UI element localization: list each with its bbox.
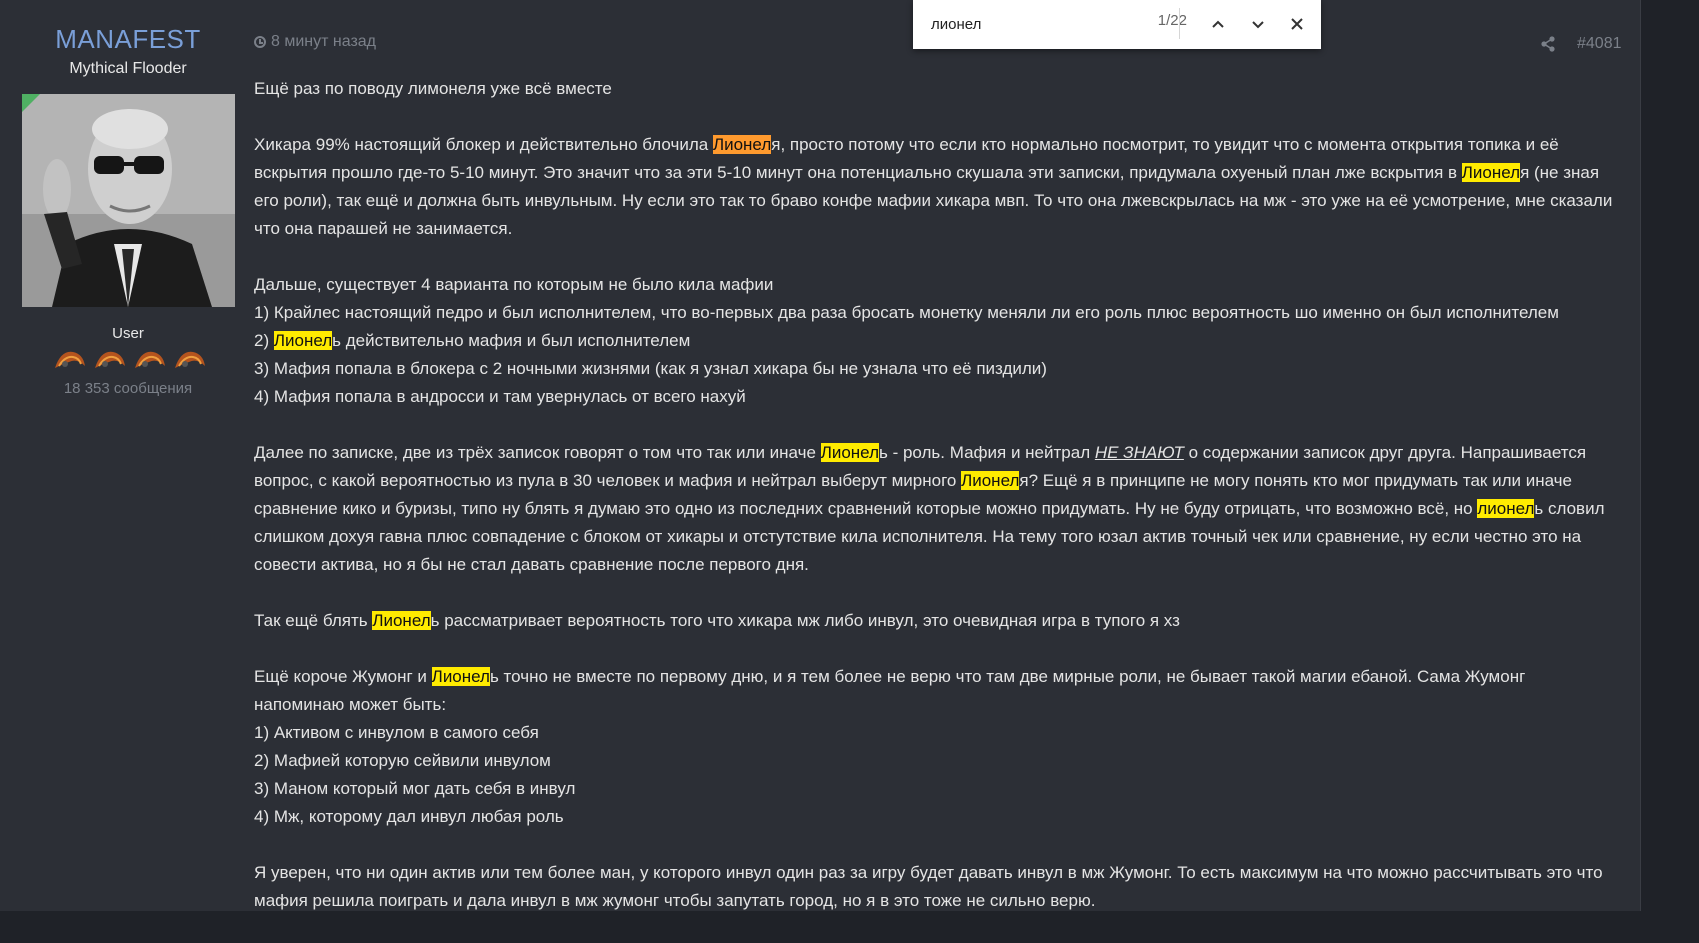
list-item: 4) Мж, которому дал инвул любая роль [254,807,564,826]
search-highlight: Лионел [1461,163,1521,182]
user-group: User [112,325,144,342]
close-icon[interactable] [1285,12,1309,36]
list-item: 2) Лионель действительно мафия и был исп… [254,331,691,350]
award-icon [175,351,205,368]
list-item: 3) Мафия попала в блокера с 2 ночными жи… [254,359,1047,378]
paragraph: Ещё раз по поводу лимонеля уже всё вмест… [254,79,612,98]
search-highlight: Лионел [431,667,490,686]
list-item: 3) Маном который мог дать себя в инвул [254,779,576,798]
chevron-down-icon[interactable] [1246,12,1270,36]
online-status-badge [22,94,40,112]
search-highlight: лионел [1477,499,1535,518]
user-awards [50,344,210,376]
find-bar: 1/22 [913,0,1321,49]
paragraph: Хикара 99% настоящий блокер и действител… [254,135,1613,238]
share-icon[interactable] [1540,36,1556,52]
username-link[interactable]: MANAFEST [0,24,256,55]
search-highlight: Лионел [961,471,1020,490]
clock-icon [254,36,266,48]
award-icon [55,351,85,368]
emphasized-text: НЕ ЗНАЮТ [1094,443,1184,462]
avatar-image [22,94,235,307]
post-content: Ещё раз по поводу лимонеля уже всё вмест… [254,75,1619,943]
search-highlight-current: Лионел [712,135,772,154]
post-container: MANAFEST Mythical Flooder User 18 353 со… [0,0,1640,911]
paragraph: Так ещё блять Лионель рассматривает веро… [254,611,1180,630]
list-item: 4) Мафия попала в андросси и там увернул… [254,387,746,406]
user-title: Mythical Flooder [69,60,187,77]
paragraph: Дальше, существует 4 варианта по которым… [254,275,774,294]
list-item: 1) Активом с инвулом в самого себя [254,723,539,742]
post-number-link[interactable]: #4081 [1577,35,1622,53]
find-input[interactable] [931,13,1111,35]
list-item: 2) Мафией которую сейвили инвулом [254,751,551,770]
paragraph: Далее по записке, две из трёх записок го… [254,443,1605,574]
find-match-count: 1/22 [1157,12,1187,29]
page-gutter [1640,0,1699,911]
chevron-up-icon[interactable] [1206,12,1230,36]
award-icon [95,351,125,368]
award-icon [135,351,165,368]
paragraph: Ещё короче Жумонг и Лионель точно не вме… [254,667,1526,714]
post-time[interactable]: 8 минут назад [271,33,376,51]
avatar[interactable] [22,94,235,307]
list-item: 1) Крайлес настоящий педро и был исполни… [254,303,1559,322]
paragraph: Я уверен, что ни один актив или тем боле… [254,863,1603,910]
message-count: 18 353 сообщения [63,380,193,397]
search-highlight: Лионел [372,611,431,630]
find-divider [1179,8,1180,39]
post-meta: 8 минут назад [254,33,376,51]
search-highlight: Лионел [820,443,879,462]
search-highlight: Лионел [273,331,333,350]
